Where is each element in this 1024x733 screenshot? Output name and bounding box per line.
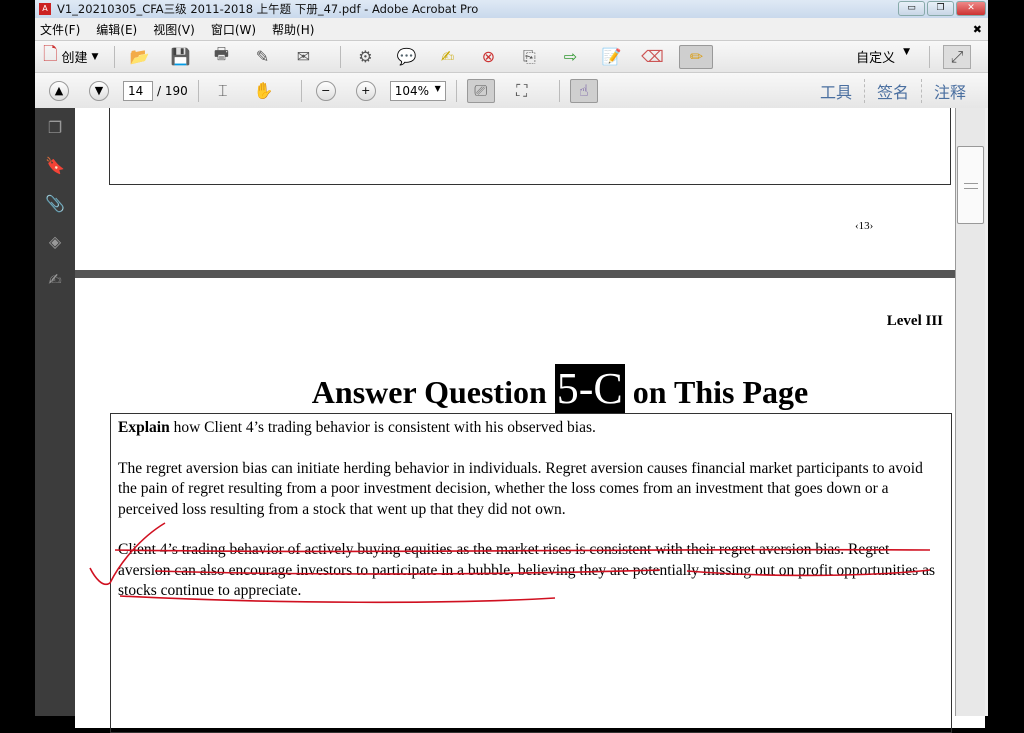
answer-paragraph-2: Client 4’s trading behavior of actively … — [118, 541, 935, 599]
navigation-toolbar: ▲ ▼ 14 / 190 ⌶ ✋ − + 104% ▼ ⎚ ⛶ ☝ 工具 签名 注… — [35, 72, 988, 108]
hand-tool-icon[interactable]: ✋ — [250, 79, 278, 103]
restore-button[interactable]: ❐ — [927, 1, 954, 16]
text-annotation-icon[interactable]: ✍ — [433, 45, 461, 69]
main-toolbar: 🗋 创建 ▼ 📂 💾 🖶 ✎ ✉ ⚙ 💬 ✍ ⊗ ⎘ ⇨ 📝 ⌫ ✏ 自定义 ▼ ⤢ — [35, 40, 988, 72]
close-button[interactable]: ✕ — [956, 1, 986, 16]
page-heading: Answer Question 5-C on This Page — [311, 364, 809, 413]
comment-icon[interactable]: 💬 — [392, 45, 420, 69]
close-document-button[interactable]: ✖ — [973, 23, 982, 36]
question-prompt: Explain how Client 4’s trading behavior … — [118, 419, 596, 436]
zoom-in-button[interactable]: + — [355, 80, 376, 101]
sign-tab[interactable]: 签名 — [863, 78, 921, 103]
export-page-icon[interactable]: ⇨ — [556, 45, 584, 69]
pages-icon[interactable]: ❐ — [45, 118, 65, 138]
level-label: Level III — [886, 313, 943, 329]
customize-dropdown[interactable]: 自定义 ▼ — [856, 47, 910, 66]
gear-icon[interactable]: ⚙ — [351, 45, 379, 69]
page-total: / 190 — [157, 83, 188, 98]
zoom-out-button[interactable]: − — [315, 80, 336, 101]
save-icon[interactable]: 💾 — [166, 45, 194, 69]
chevron-down-icon: ▼ — [91, 51, 99, 62]
expand-icon[interactable]: ⤢ — [943, 44, 971, 69]
pdf-page-13: ‹13› — [75, 108, 985, 270]
acrobat-window: A V1_20210305_CFA三级 2011-2018 上午题 下册_47.… — [35, 0, 988, 733]
answer-box: Explain how Client 4’s trading behavior … — [110, 413, 952, 733]
layers-icon[interactable]: ◈ — [45, 232, 65, 252]
menu-edit[interactable]: 编辑(E) — [96, 21, 137, 38]
menu-view[interactable]: 视图(V) — [153, 21, 195, 38]
scrollbar-thumb[interactable] — [957, 146, 984, 224]
next-page-button[interactable]: ▼ — [89, 80, 109, 101]
pencil-icon[interactable]: ✏ — [679, 44, 714, 69]
bookmark-icon[interactable]: 🔖 — [45, 156, 65, 176]
form-edit-icon[interactable]: 📝 — [597, 45, 625, 69]
attachment-icon[interactable]: 📎 — [45, 194, 65, 214]
zoom-input[interactable]: 104% ▼ — [389, 80, 446, 101]
document-view: ‹13› Level III Answer Question 5-C on Th… — [75, 108, 985, 733]
tools-tab[interactable]: 工具 — [808, 79, 864, 103]
menu-bar: 文件(F) 编辑(E) 视图(V) 窗口(W) 帮助(H) ✖ — [35, 18, 988, 40]
email-icon[interactable]: ✉ — [289, 45, 317, 69]
chevron-down-icon: ▼ — [903, 47, 910, 57]
chevron-down-icon[interactable]: ▼ — [435, 84, 441, 98]
pdf-icon: A — [39, 3, 51, 15]
fit-width-icon[interactable]: ⛶ — [508, 79, 536, 103]
create-icon: 🗋 — [43, 43, 58, 65]
delete-page-icon[interactable]: ⊗ — [474, 45, 502, 69]
question-code: 5-C — [554, 364, 625, 413]
print-icon[interactable]: 🖶 — [207, 44, 235, 69]
menu-file[interactable]: 文件(F) — [40, 21, 80, 38]
eraser-icon[interactable]: ⌫ — [638, 45, 666, 69]
minimize-button[interactable]: ▭ — [898, 1, 925, 16]
pdf-page-14: Level III Answer Question 5-C on This Pa… — [75, 278, 985, 733]
vertical-scrollbar[interactable] — [955, 108, 985, 716]
select-cursor-icon[interactable]: ⌶ — [209, 79, 237, 103]
comment-tab[interactable]: 注释 — [920, 78, 978, 103]
signature-icon[interactable]: ✍ — [45, 270, 65, 290]
page-search-icon[interactable]: ⎘ — [515, 45, 543, 69]
navigation-pane: ❐ 🔖 📎 ◈ ✍ — [35, 108, 75, 716]
title-bar: A V1_20210305_CFA三级 2011-2018 上午题 下册_47.… — [35, 0, 988, 18]
menu-window[interactable]: 窗口(W) — [211, 21, 256, 38]
answer-paragraph-1: The regret aversion bias can initiate he… — [118, 459, 923, 518]
touch-mode-icon[interactable]: ☝ — [569, 78, 598, 103]
previous-page-button[interactable]: ▲ — [49, 80, 69, 101]
window-title: V1_20210305_CFA三级 2011-2018 上午题 下册_47.pd… — [57, 2, 479, 16]
create-button[interactable]: 🗋 创建 ▼ — [43, 42, 98, 72]
fit-page-icon[interactable]: ⎚ — [466, 78, 495, 103]
page-number: ‹13› — [855, 220, 874, 232]
open-folder-icon[interactable]: 📂 — [125, 45, 153, 69]
edit-document-icon[interactable]: ✎ — [248, 45, 276, 69]
page-number-input[interactable]: 14 — [123, 80, 153, 101]
menu-help[interactable]: 帮助(H) — [272, 21, 314, 38]
answer-box — [109, 108, 951, 185]
